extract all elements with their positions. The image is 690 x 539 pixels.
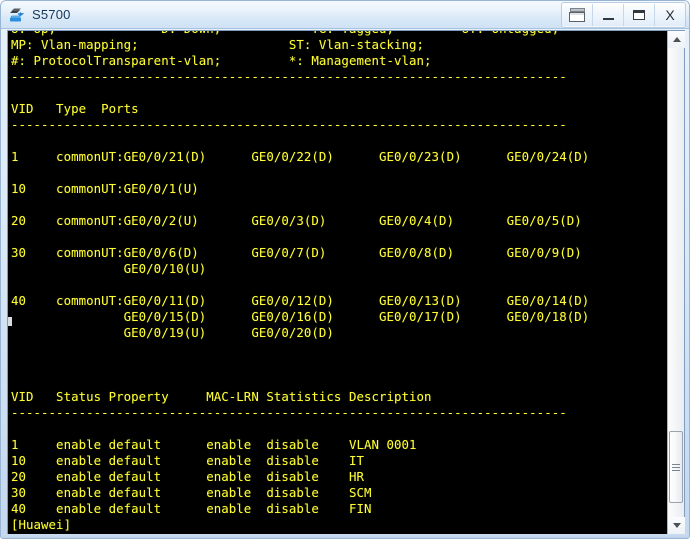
- close-button[interactable]: X: [655, 4, 685, 26]
- application-window: S5700 ❐ – ▭ X U: Up;: [0, 0, 690, 539]
- minimize-icon: [603, 18, 614, 20]
- minimize-button[interactable]: –: [593, 4, 624, 26]
- scrollbar-thumb[interactable]: [669, 431, 683, 503]
- triangle-down-icon: [673, 523, 681, 528]
- maximize-icon: [633, 10, 645, 20]
- maximize-button[interactable]: ▭: [624, 4, 655, 26]
- window-bottom-edge: [1, 534, 690, 538]
- window-title: S5700: [32, 7, 71, 22]
- triangle-up-icon: [673, 37, 681, 42]
- switch-icon: [8, 6, 26, 24]
- terminal-screen[interactable]: U: Up; D: Down; TG: Tagged; UT: Untagged…: [8, 31, 667, 534]
- scroll-up-button[interactable]: ▲: [668, 31, 685, 48]
- scrollbar-track[interactable]: [668, 48, 684, 517]
- window-switch-button[interactable]: ❐: [562, 4, 593, 26]
- close-icon: X: [665, 8, 674, 22]
- terminal-output: U: Up; D: Down; TG: Tagged; UT: Untagged…: [11, 31, 589, 533]
- terminal-cursor-mark: [8, 317, 12, 326]
- vertical-scrollbar[interactable]: ▲ ▼: [667, 31, 684, 534]
- scrollbar-grip-icon: [672, 464, 680, 471]
- window-stack-icon: [569, 8, 586, 23]
- terminal-panel: U: Up; D: Down; TG: Tagged; UT: Untagged…: [7, 30, 685, 535]
- window-controls: ❐ – ▭ X: [561, 2, 686, 28]
- title-bar[interactable]: S5700 ❐ – ▭ X: [1, 1, 690, 29]
- scroll-down-button[interactable]: ▼: [668, 517, 685, 534]
